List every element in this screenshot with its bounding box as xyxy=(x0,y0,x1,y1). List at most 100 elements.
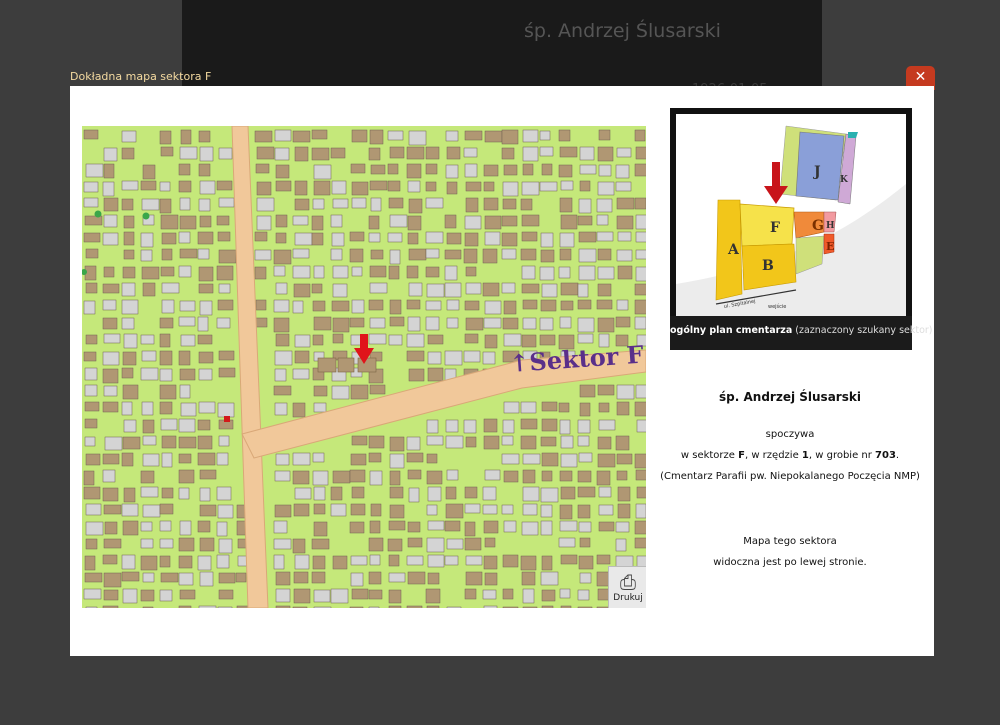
grave-plot xyxy=(350,163,366,174)
grave-plot xyxy=(178,350,191,366)
grave-plot xyxy=(275,282,288,295)
grave-plot xyxy=(292,130,311,143)
grave-plot xyxy=(218,197,235,208)
grave-plot xyxy=(388,197,404,209)
grave-plot xyxy=(217,299,234,311)
print-button[interactable]: ⎙ Drukuj xyxy=(608,566,646,608)
grave-plot xyxy=(199,537,215,552)
grave-plot xyxy=(178,180,192,193)
grave-plot xyxy=(389,299,402,315)
grave-plot xyxy=(465,317,484,331)
grave-plot xyxy=(596,198,613,213)
grave-plot xyxy=(142,164,156,180)
grave-plot xyxy=(579,384,596,398)
grave-plot xyxy=(85,606,98,608)
grave-plot xyxy=(140,232,154,248)
grave-plot xyxy=(349,248,364,263)
grave-plot xyxy=(350,555,368,566)
grave-plot xyxy=(539,130,551,141)
grave-plot xyxy=(313,521,328,537)
grave-plot xyxy=(540,520,553,536)
grave-plot xyxy=(558,537,576,548)
grave-plot xyxy=(522,503,538,516)
grave-plot xyxy=(577,486,596,498)
grave-plot xyxy=(368,435,385,449)
grave-plot xyxy=(292,452,311,466)
grave-plot xyxy=(427,486,442,502)
grave-plot xyxy=(85,453,101,466)
grave-plot xyxy=(159,368,173,382)
grave-plot xyxy=(541,555,553,571)
grave-plot xyxy=(446,181,458,195)
grave-plot xyxy=(484,215,502,230)
grave-plot xyxy=(102,605,119,608)
grave-plot xyxy=(179,384,191,399)
grave-plot xyxy=(159,333,171,348)
grave-plot xyxy=(103,266,115,278)
grave-plot xyxy=(216,215,230,226)
grave-plot xyxy=(465,181,482,192)
grave-plot xyxy=(216,317,231,329)
grave-plot xyxy=(559,197,573,213)
overview-sector-j: J xyxy=(812,164,821,180)
grave-plot xyxy=(444,265,458,281)
grave-plot xyxy=(444,350,463,366)
grave-plot xyxy=(218,538,233,554)
grave-plot xyxy=(275,333,290,347)
grave-plot xyxy=(83,486,101,500)
grave-plot xyxy=(121,198,134,211)
grave-plot xyxy=(255,299,267,311)
grave-plot xyxy=(577,589,590,601)
grave-plot xyxy=(275,571,291,586)
grave-plot xyxy=(293,588,311,604)
grave-plot xyxy=(122,436,141,450)
grave-plot xyxy=(84,418,98,429)
grave-plot xyxy=(85,538,98,550)
grave-plot xyxy=(254,231,268,242)
grave-plot xyxy=(463,419,477,434)
grave-plot xyxy=(313,180,331,196)
grave-plot xyxy=(635,469,646,481)
grave-plot xyxy=(84,572,103,583)
grave-plot xyxy=(406,146,425,160)
grave-plot xyxy=(178,537,195,552)
grave-plot xyxy=(540,249,555,263)
grave-plot xyxy=(502,317,519,330)
grave-plot xyxy=(161,248,173,261)
grave-plot xyxy=(103,214,118,228)
grave-plot xyxy=(369,282,388,294)
grave-plot xyxy=(577,299,592,310)
grave-plot xyxy=(388,520,406,531)
grave-plot xyxy=(273,317,290,333)
grave-plot xyxy=(254,130,273,143)
grave-plot xyxy=(541,452,559,467)
grave-plot xyxy=(123,487,136,503)
grave-plot xyxy=(142,504,161,518)
grave-plot xyxy=(579,180,591,192)
grave-plot xyxy=(160,418,178,431)
grave-plot xyxy=(216,554,230,569)
grave-plot xyxy=(102,487,119,502)
grave-plot xyxy=(558,266,571,279)
grave-plot xyxy=(198,605,217,608)
grave-plot xyxy=(311,283,323,294)
grave-plot xyxy=(520,435,537,450)
grave-plot xyxy=(218,367,236,378)
grave-plot xyxy=(541,589,556,602)
grave-plot xyxy=(464,521,476,537)
grave-plot xyxy=(368,215,380,230)
overview-plan-image: A B F G H E J K ul. Szpitalnej wejście xyxy=(676,125,906,316)
grave-plot xyxy=(597,384,615,396)
grave-plot xyxy=(560,435,574,449)
grave-plot xyxy=(199,571,214,587)
map-note-line1: Mapa tego sektora xyxy=(743,536,837,547)
grave-plot xyxy=(559,248,572,261)
grave-plot xyxy=(389,316,405,327)
grave-plot xyxy=(482,486,497,501)
grave-plot xyxy=(122,588,138,604)
grave-plot xyxy=(577,333,594,344)
grave-plot xyxy=(559,520,578,532)
grave-plot xyxy=(256,215,272,231)
grave-plot xyxy=(368,333,387,345)
grave-plot xyxy=(83,588,102,600)
